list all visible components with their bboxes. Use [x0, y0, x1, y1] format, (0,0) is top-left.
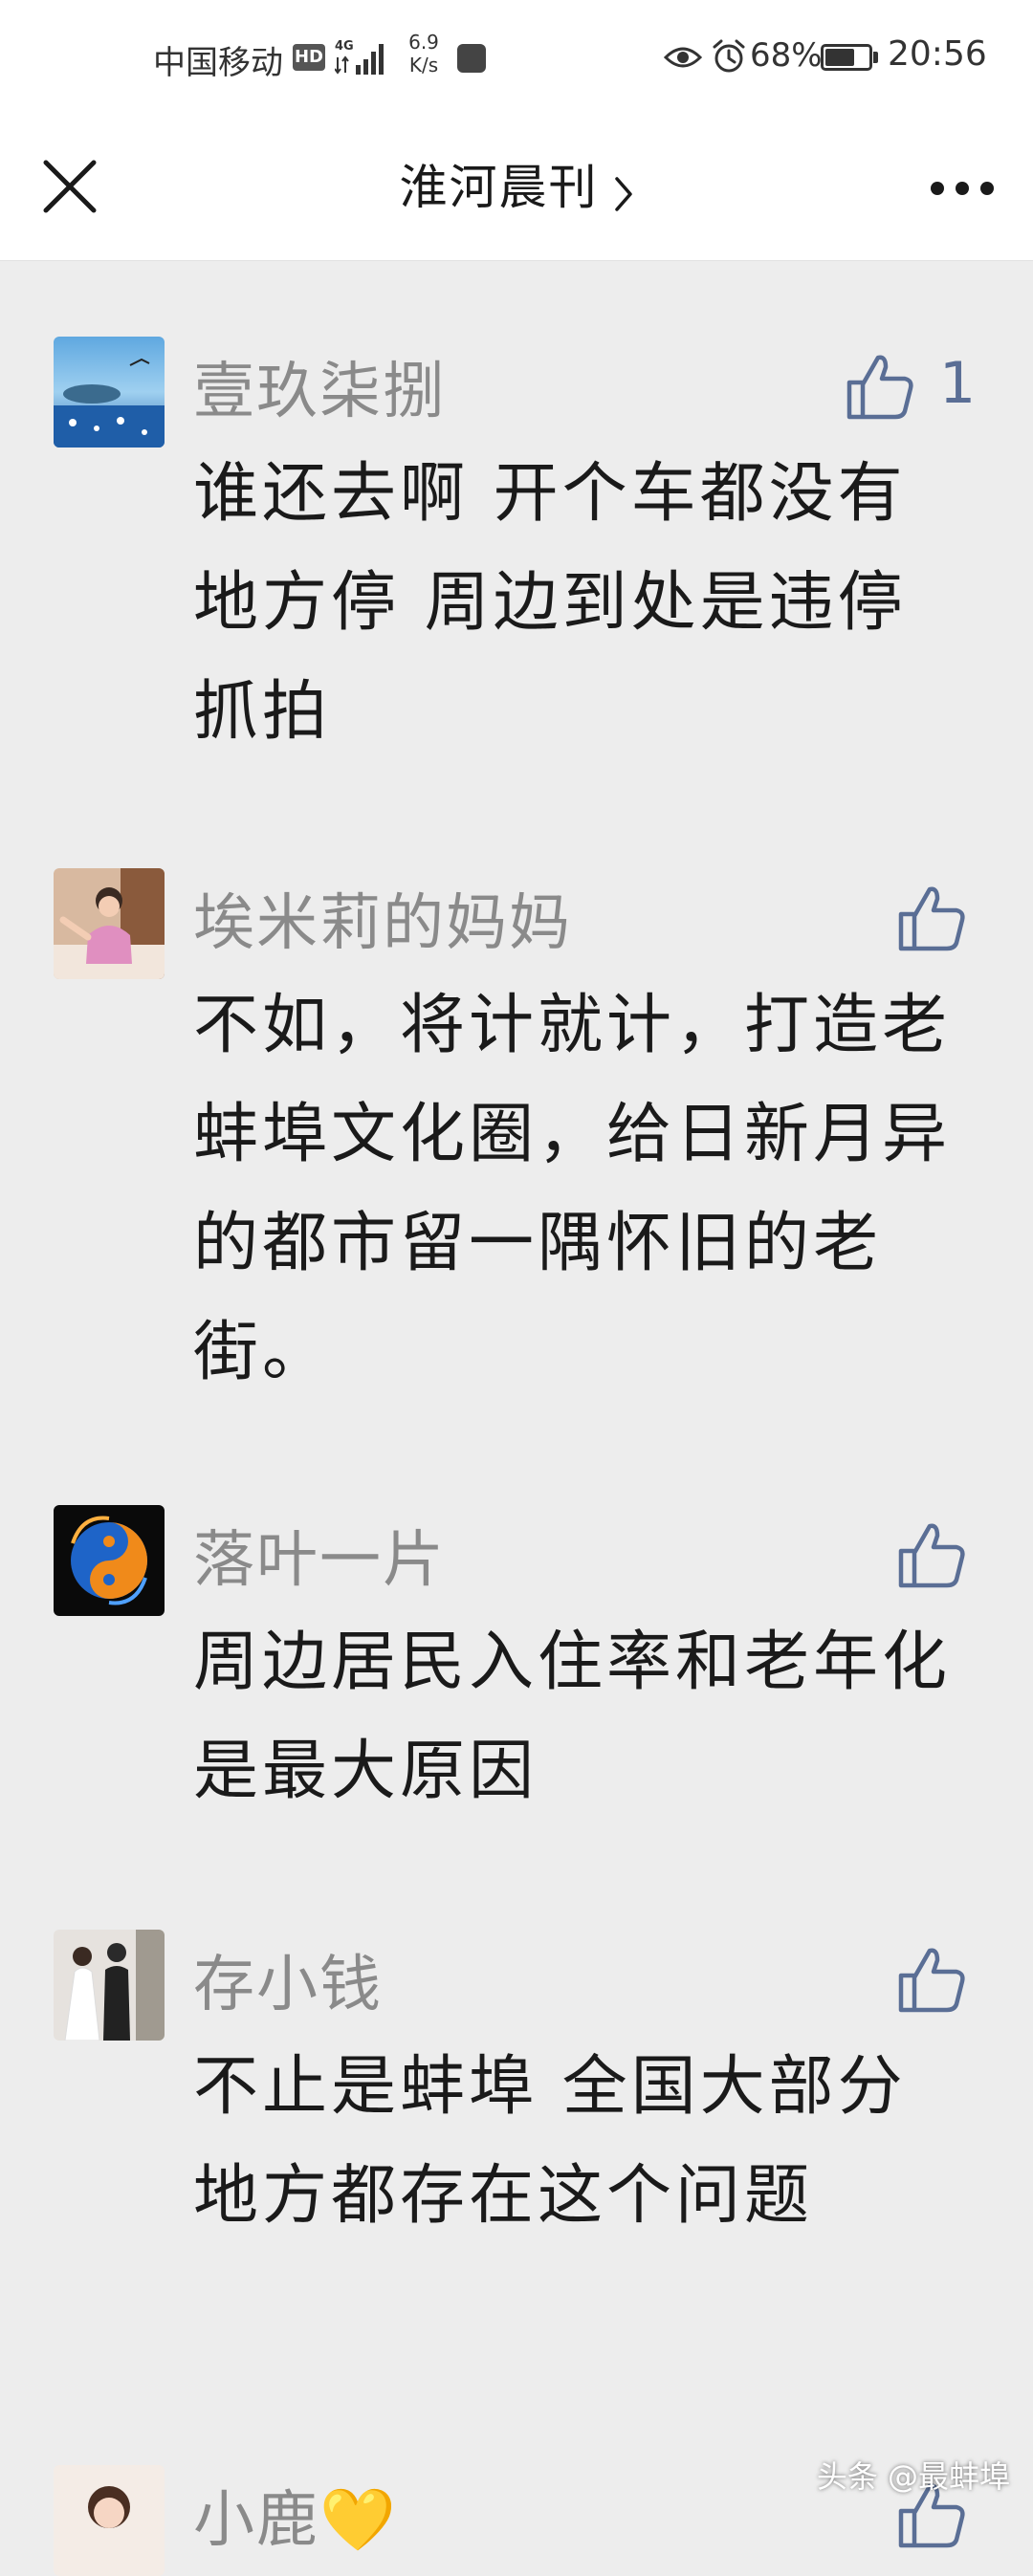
nav-title-button[interactable]: 淮河晨刊: [0, 149, 1033, 219]
like-button[interactable]: [893, 1941, 979, 2027]
carrier-label: 中国移动: [153, 44, 283, 82]
battery-level: [825, 49, 854, 66]
comment-text: 周边居民入住率和老年化是最大原因: [193, 1625, 952, 1809]
notification-app-icon: [457, 44, 486, 73]
avatar[interactable]: [54, 868, 165, 979]
alarm-icon: [713, 39, 745, 73]
battery-icon: [821, 44, 872, 71]
avatar[interactable]: [54, 1505, 165, 1616]
like-count: 1: [939, 350, 977, 417]
nickname[interactable]: 小鹿💛: [193, 2471, 398, 2559]
nickname[interactable]: 落叶一片: [193, 1511, 446, 1599]
thumbs-up-icon: [846, 355, 913, 420]
clock: 20:56: [888, 34, 987, 74]
signal-icon: 4G: [335, 39, 384, 75]
speed-unit: K/s: [408, 54, 439, 76]
network-type-label: 4G: [335, 39, 354, 54]
nav-bar: 淮河晨刊: [0, 122, 1033, 261]
comment-text: 不止是蚌埠 全国大部分地方都存在这个问题: [193, 2049, 907, 2234]
nickname[interactable]: 埃米莉的妈妈: [193, 874, 572, 962]
battery-cap: [873, 52, 878, 63]
thumbs-up-icon: [898, 1948, 965, 2013]
watermark: 头条 @最蚌埠: [816, 2458, 1010, 2495]
nickname[interactable]: 存小钱: [193, 1935, 383, 2023]
comment-text: 谁还去啊 开个车都没有地方停 周边到处是违停抓拍: [193, 456, 907, 750]
like-button[interactable]: [893, 1517, 979, 1603]
hd-badge: HD: [293, 44, 325, 71]
thumbs-up-icon: [898, 886, 965, 951]
chevron-right-icon: [614, 176, 632, 211]
speed-value: 6.9: [408, 31, 439, 54]
like-button[interactable]: 1: [842, 348, 985, 434]
comment-text: 不如，将计就计，打造老蚌埠文化圈，给日新月异的都市留一隅怀旧的老街。: [193, 988, 952, 1390]
eye-icon: [664, 47, 702, 68]
network-speed: 6.9 K/s: [402, 31, 446, 76]
avatar[interactable]: [54, 337, 165, 448]
like-button[interactable]: [893, 880, 979, 966]
status-bar: 中国移动 HD 4G 6.9 K/s 68% 20:56: [0, 0, 1033, 122]
more-icon[interactable]: [926, 164, 999, 212]
avatar[interactable]: [54, 1930, 165, 2041]
thumbs-up-icon: [898, 1523, 965, 1588]
page-title: 淮河晨刊: [399, 160, 599, 215]
avatar[interactable]: [54, 2465, 165, 2576]
battery-percent: 68%: [750, 36, 823, 75]
nickname[interactable]: 壹玖柒捌: [193, 342, 446, 430]
